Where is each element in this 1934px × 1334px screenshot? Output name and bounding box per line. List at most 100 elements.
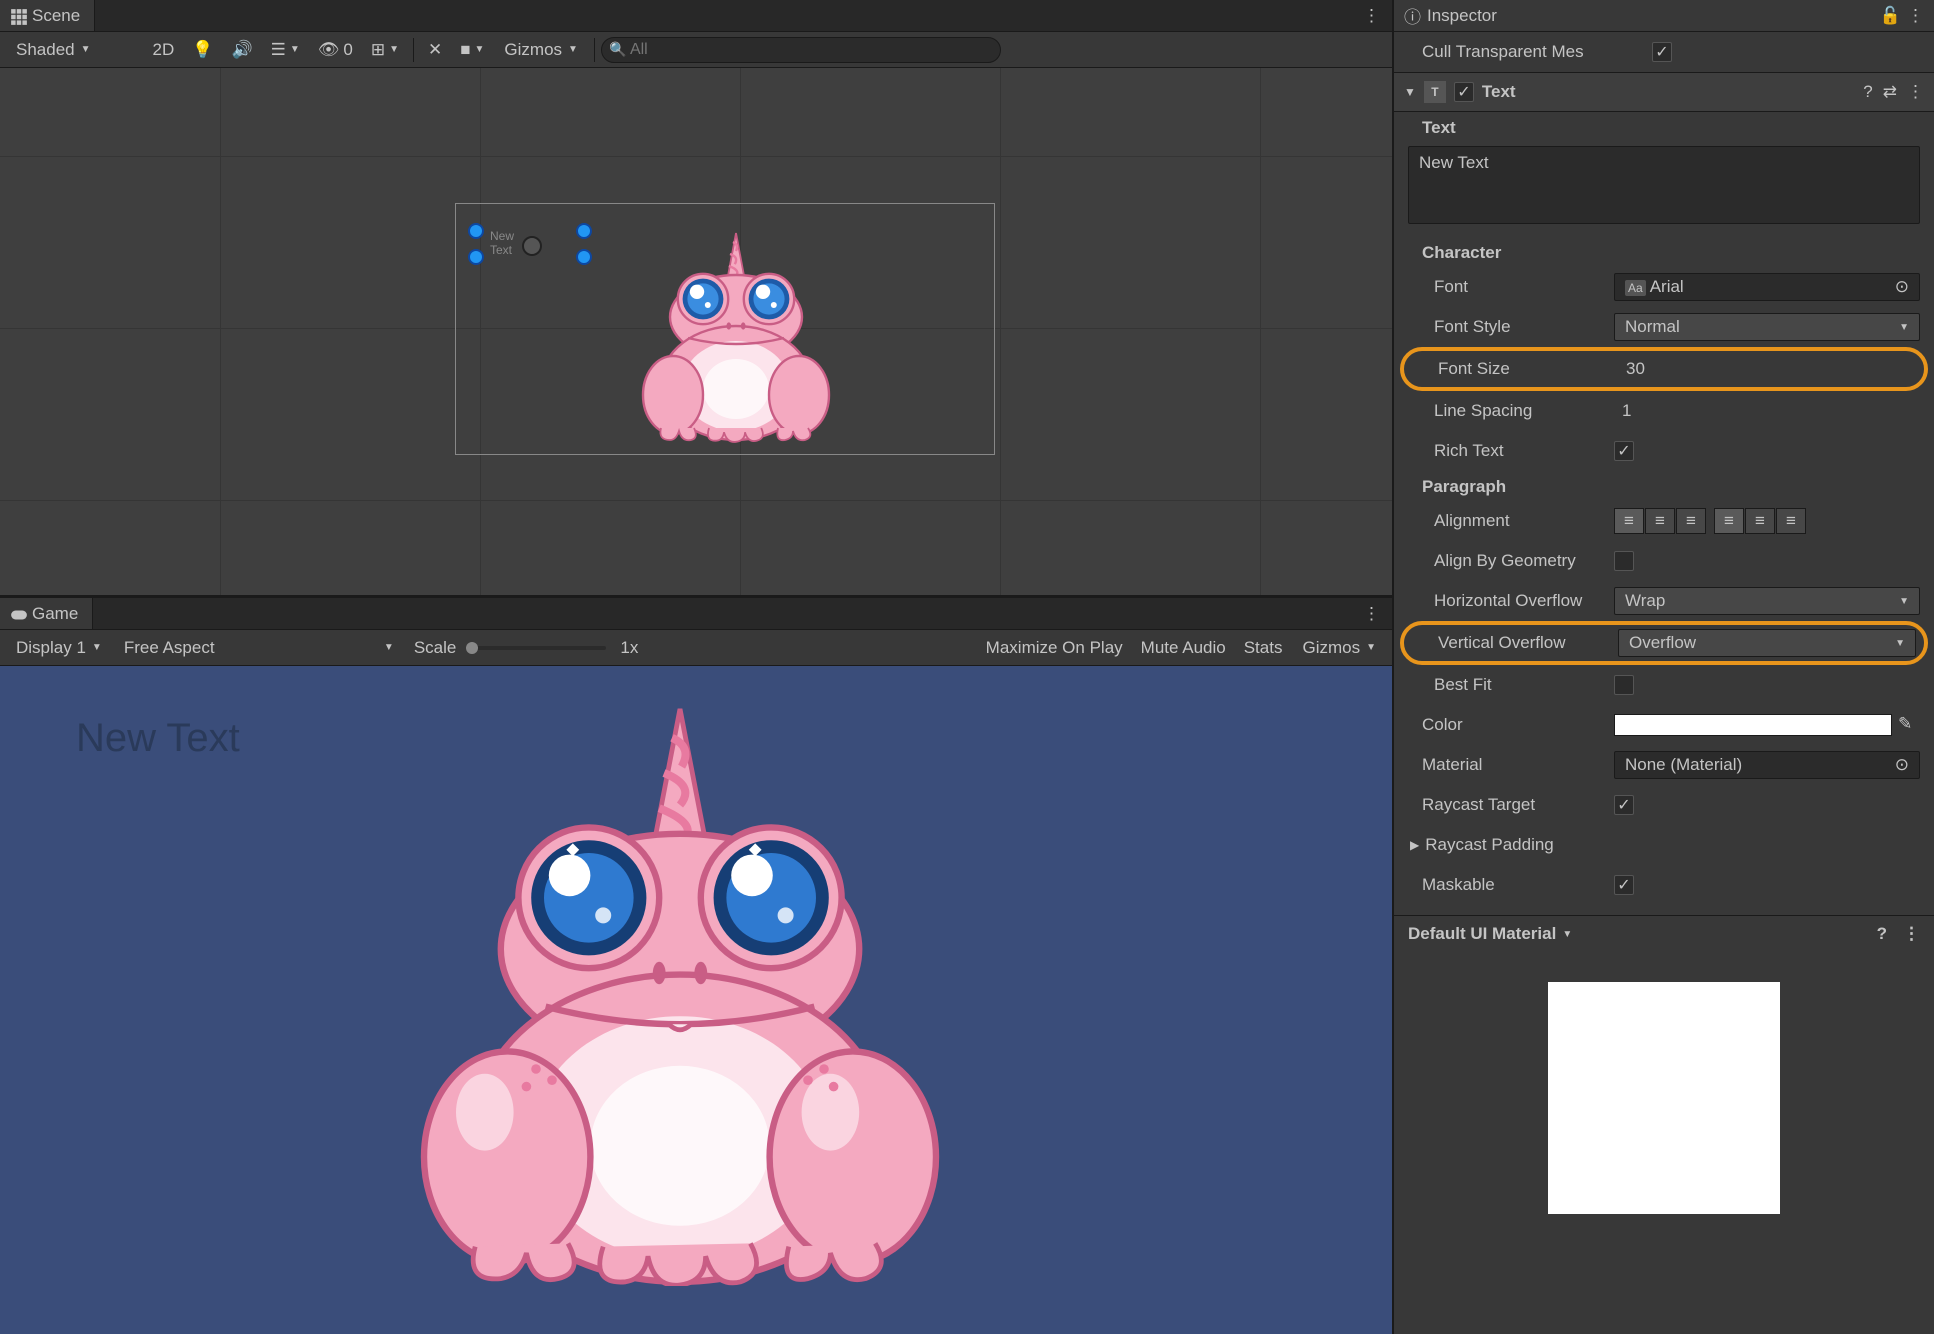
scale-slider[interactable] <box>466 646 606 650</box>
aspect-label: Free Aspect <box>124 638 215 658</box>
chevron-down-icon: ▼ <box>568 44 578 55</box>
raycast-checkbox[interactable] <box>1614 795 1634 815</box>
camera-button[interactable]: ■▼ <box>452 36 492 64</box>
preset-icon[interactable]: ⇄ <box>1883 82 1897 102</box>
mute-button[interactable]: Mute Audio <box>1133 634 1234 662</box>
chevron-down-icon: ▼ <box>1562 929 1572 940</box>
scene-viewport[interactable]: New Text <box>0 68 1392 595</box>
align-right-button[interactable]: ≡ <box>1676 508 1706 534</box>
component-menu-icon[interactable]: ⋮ <box>1907 82 1924 102</box>
cull-transparent-row: Cull Transparent Mes <box>1394 32 1934 72</box>
object-picker-icon[interactable]: ⊙ <box>1895 277 1909 297</box>
cull-transparent-label: Cull Transparent Mes <box>1422 42 1652 62</box>
text-input[interactable] <box>1408 146 1920 224</box>
fontsize-label: Font Size <box>1438 359 1618 379</box>
chevron-down-icon: ▼ <box>81 44 91 55</box>
gizmo-center[interactable] <box>522 236 542 256</box>
chevron-down-icon: ▼ <box>384 642 394 653</box>
light-icon: 💡 <box>192 40 213 60</box>
game-tab-menu-icon[interactable]: ⋮ <box>1363 604 1382 624</box>
chevron-down-icon: ▼ <box>389 44 399 55</box>
object-picker-icon[interactable]: ⊙ <box>1895 755 1909 775</box>
fontsize-input[interactable] <box>1618 355 1916 383</box>
cull-transparent-checkbox[interactable] <box>1652 42 1672 62</box>
help-icon[interactable]: ? <box>1877 924 1887 944</box>
align-left-button[interactable]: ≡ <box>1614 508 1644 534</box>
hoverflow-dropdown[interactable]: Wrap ▼ <box>1614 587 1920 615</box>
help-icon[interactable]: ? <box>1863 82 1872 102</box>
character-header: Character <box>1394 237 1934 267</box>
gizmo-handle-br[interactable] <box>576 249 592 265</box>
game-viewport[interactable]: New Text <box>0 666 1392 1334</box>
scale-slider-thumb[interactable] <box>466 642 478 654</box>
chevron-down-icon: ▼ <box>92 642 102 653</box>
hidden-button[interactable]: 👁0 <box>310 36 361 64</box>
horizontal-align-group: ≡ ≡ ≡ <box>1614 508 1706 534</box>
eyedropper-icon[interactable]: ✎ <box>1898 714 1920 736</box>
voverflow-dropdown[interactable]: Overflow ▼ <box>1618 629 1916 657</box>
shading-mode-label: Shaded <box>16 40 75 60</box>
material-menu-icon[interactable]: ⋮ <box>1903 924 1920 944</box>
chevron-down-icon: ▼ <box>475 44 485 55</box>
alignbygeom-row: Align By Geometry <box>1394 541 1934 581</box>
gizmo-handle-tr[interactable] <box>576 223 592 239</box>
scene-grid-icon <box>10 8 26 24</box>
richtext-checkbox[interactable] <box>1614 441 1634 461</box>
bestfit-checkbox[interactable] <box>1614 675 1634 695</box>
color-swatch[interactable] <box>1614 714 1892 736</box>
shading-mode-dropdown[interactable]: Shaded ▼ <box>6 36 101 64</box>
gizmos-dropdown[interactable]: Gizmos ▼ <box>494 36 588 64</box>
align-middle-button[interactable]: ≡ <box>1745 508 1775 534</box>
raycastpad-row[interactable]: ▶ Raycast Padding <box>1394 825 1934 865</box>
align-center-button[interactable]: ≡ <box>1645 508 1675 534</box>
stack-icon: ☰ <box>271 40 286 60</box>
display-dropdown[interactable]: Display 1 ▼ <box>6 634 112 662</box>
bestfit-label: Best Fit <box>1434 675 1614 695</box>
grid-icon: ⊞ <box>371 40 385 60</box>
inspector-menu-icon[interactable]: ⋮ <box>1907 6 1924 26</box>
stats-button[interactable]: Stats <box>1236 634 1291 662</box>
game-gizmos-dropdown[interactable]: Gizmos ▼ <box>1292 634 1386 662</box>
maximize-button[interactable]: Maximize On Play <box>978 634 1131 662</box>
raycastpad-label: Raycast Padding <box>1425 835 1605 855</box>
chevron-right-icon: ▶ <box>1410 838 1419 852</box>
gizmo-handle-bl[interactable] <box>468 249 484 265</box>
text-component-header[interactable]: ▼ T Text ? ⇄ ⋮ <box>1394 72 1934 112</box>
scene-tab[interactable]: Scene <box>0 0 95 31</box>
alignbygeom-checkbox[interactable] <box>1614 551 1634 571</box>
font-field[interactable]: AaArial ⊙ <box>1614 273 1920 301</box>
mode-2d-button[interactable]: 2D <box>145 36 183 64</box>
scene-search-input[interactable] <box>601 37 1001 63</box>
fontsize-row: Font Size <box>1400 347 1928 391</box>
align-bottom-button[interactable]: ≡ <box>1776 508 1806 534</box>
fx-button[interactable]: ☰▼ <box>263 36 308 64</box>
game-tab-bar: Game ⋮ <box>0 598 1392 630</box>
inspector-panel: ⓘ Inspector 🔓 ⋮ Cull Transparent Mes ▼ T… <box>1394 0 1934 1334</box>
lighting-toggle-button[interactable]: 💡 <box>184 36 221 64</box>
lock-icon[interactable]: 🔓 <box>1880 6 1901 26</box>
bestfit-row: Best Fit <box>1394 665 1934 705</box>
scale-value: 1x <box>620 638 638 658</box>
align-top-button[interactable]: ≡ <box>1714 508 1744 534</box>
maskable-checkbox[interactable] <box>1614 875 1634 895</box>
color-row: Color ✎ <box>1394 705 1934 745</box>
gizmo-handle-tl[interactable] <box>468 223 484 239</box>
scene-tab-menu-icon[interactable]: ⋮ <box>1363 6 1382 26</box>
audio-toggle-button[interactable]: 🔊 <box>223 36 260 64</box>
aspect-dropdown[interactable]: Free Aspect ▼ <box>114 634 404 662</box>
default-material-label: Default UI Material <box>1408 924 1556 944</box>
tools-button[interactable]: ✕ <box>420 36 450 64</box>
game-toolbar: Display 1 ▼ Free Aspect ▼ Scale 1x Maxim… <box>0 630 1392 666</box>
chevron-down-icon: ▼ <box>1895 638 1905 649</box>
linespacing-input[interactable] <box>1614 397 1920 425</box>
game-tab[interactable]: Game <box>0 598 93 629</box>
richtext-row: Rich Text <box>1394 431 1934 471</box>
default-material-header[interactable]: Default UI Material ▼ ? ⋮ <box>1394 916 1934 952</box>
text-component-enable-checkbox[interactable] <box>1454 82 1474 102</box>
game-frog-image <box>360 676 1000 1291</box>
fontstyle-dropdown[interactable]: Normal ▼ <box>1614 313 1920 341</box>
grid-button[interactable]: ⊞▼ <box>363 36 407 64</box>
raycast-label: Raycast Target <box>1422 795 1614 815</box>
game-panel: Game ⋮ Display 1 ▼ Free Aspect ▼ Scale 1… <box>0 598 1392 1334</box>
material-field[interactable]: None (Material) ⊙ <box>1614 751 1920 779</box>
